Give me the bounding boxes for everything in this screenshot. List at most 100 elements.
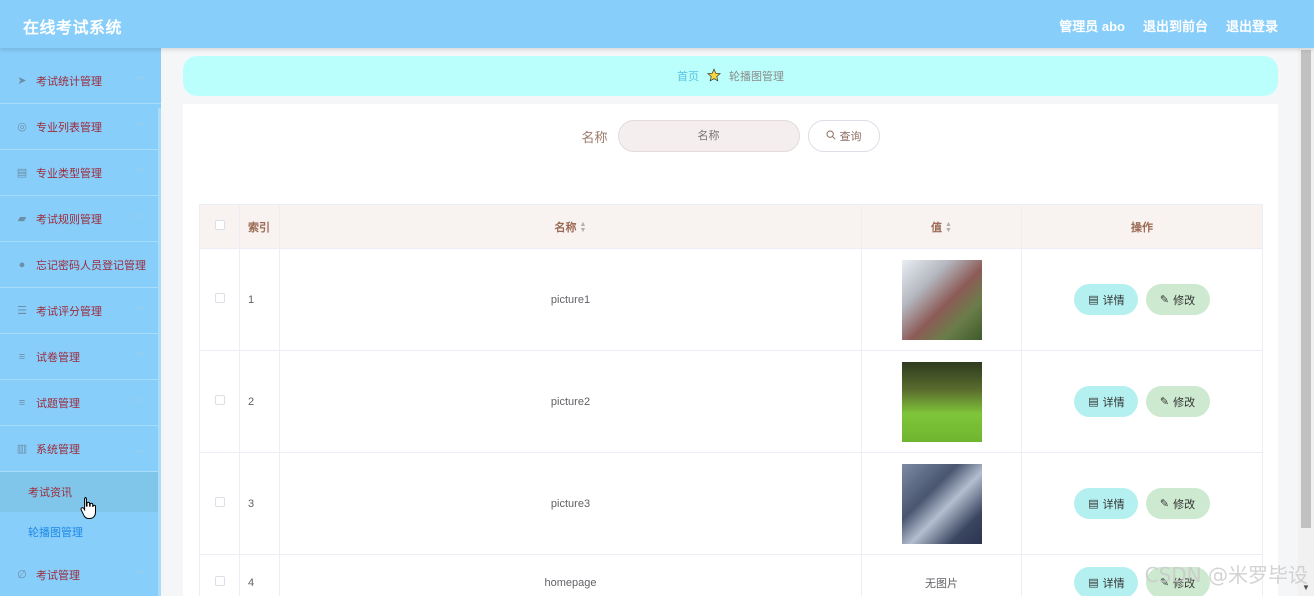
row-checkbox-cell: [199, 350, 240, 453]
header-value[interactable]: 值 ▲ ▼: [861, 204, 1022, 249]
books-icon: ▥: [16, 443, 28, 455]
globe-icon: ◎: [17, 121, 27, 133]
sidebar-item-exam-scoring[interactable]: ☰ 考试评分管理 ﹀: [0, 288, 161, 334]
carousel-image-thumbnail: [901, 259, 982, 340]
table-header-row: 索引 名称 ▲ ▼ 值 ▲ ▼ 操作: [199, 204, 1263, 249]
row-checkbox[interactable]: [214, 293, 225, 303]
header-actions: 操作: [1021, 204, 1263, 249]
edit-icon: ∅: [17, 569, 27, 581]
sidebar-item-exam-manage[interactable]: ∅ 考试管理 ﹀: [0, 552, 161, 596]
detail-button-label: 详情: [1102, 498, 1125, 511]
data-table: 索引 名称 ▲ ▼ 值 ▲ ▼ 操作 1 picture1 ▤ 详情 ✎ 修改 2 pict…: [199, 204, 1263, 596]
watermark: CSDN @米罗毕设: [1144, 563, 1308, 587]
row-checkbox-cell: [199, 554, 240, 596]
edit-button-label: 修改: [1173, 294, 1196, 307]
top-bar: 在线考试系统 管理员 abo 退出到前台 退出登录: [0, 0, 1314, 48]
detail-button-label: 详情: [1102, 294, 1125, 307]
detail-button[interactable]: ▤ 详情: [1074, 488, 1139, 519]
row-checkbox-cell: [199, 452, 240, 555]
table-row: 2 picture2 ▤ 详情 ✎ 修改: [199, 350, 1263, 453]
row-checkbox-cell: [199, 248, 240, 351]
row-value: [861, 452, 1022, 555]
chevron-down-icon: ﹀: [135, 168, 145, 178]
query-button[interactable]: 查询: [807, 120, 880, 152]
send-icon: ➤: [17, 75, 27, 87]
header-value-label: 值: [931, 221, 943, 234]
sidebar-scrollbar[interactable]: [158, 108, 161, 596]
row-index: 4: [239, 554, 280, 596]
sidebar-item-forgot-password[interactable]: ● 忘记密码人员登记管理: [0, 242, 161, 288]
select-all-checkbox[interactable]: [214, 220, 225, 230]
detail-button[interactable]: ▤ 详情: [1074, 386, 1139, 417]
detail-button[interactable]: ▤ 详情: [1074, 567, 1139, 596]
table-row: 1 picture1 ▤ 详情 ✎ 修改: [199, 248, 1263, 351]
sidebar-item-exam-rules[interactable]: ▰ 考试规则管理 ﹀: [0, 196, 161, 242]
header-name[interactable]: 名称 ▲ ▼: [279, 204, 862, 249]
submenu-item-label: 考试资讯: [28, 487, 72, 499]
sidebar-item-questions[interactable]: ≡ 试题管理 ﹀: [0, 380, 161, 426]
sidebar-item-label: 考试管理: [36, 569, 80, 582]
edit-button[interactable]: ✎ 修改: [1145, 488, 1210, 519]
select-all-cell: [199, 204, 240, 249]
breadcrumb: 首页 轮播图管理: [183, 56, 1278, 96]
document-icon: ▤: [1088, 577, 1099, 589]
logout-link[interactable]: 退出登录: [1226, 16, 1278, 35]
sort-icon[interactable]: ▲ ▼: [580, 221, 587, 234]
breadcrumb-home[interactable]: 首页: [677, 68, 699, 84]
row-index: 3: [239, 452, 280, 555]
row-index: 1: [239, 248, 280, 351]
search-label: 名称: [581, 129, 608, 145]
submenu-item-label: 轮播图管理: [28, 527, 83, 539]
document-icon: ▤: [1088, 498, 1099, 510]
folder-icon: ▰: [17, 213, 27, 225]
header-actions: 管理员 abo 退出到前台 退出登录: [1059, 16, 1278, 35]
row-checkbox[interactable]: [214, 576, 225, 586]
sort-icon[interactable]: ▲ ▼: [945, 221, 952, 234]
sidebar-item-label: 考试评分管理: [36, 305, 102, 318]
detail-button-label: 详情: [1102, 396, 1125, 409]
chevron-down-icon: ﹀: [135, 122, 145, 132]
to-front-link[interactable]: 退出到前台: [1143, 16, 1208, 35]
breadcrumb-current: 轮播图管理: [729, 71, 784, 83]
chevron-down-icon: ﹀: [135, 352, 145, 362]
pencil-icon: ✎: [1159, 498, 1170, 510]
main-scrollbar[interactable]: ▼: [1298, 48, 1314, 596]
edit-button-label: 修改: [1173, 396, 1196, 409]
row-checkbox[interactable]: [214, 497, 225, 507]
sidebar-item-label: 试题管理: [36, 397, 80, 410]
search-input[interactable]: [617, 120, 800, 152]
star-icon: [707, 67, 721, 85]
sidebar-item-label: 忘记密码人员登记管理: [36, 259, 146, 272]
chevron-down-icon: ﹀: [135, 398, 145, 408]
row-name: picture2: [279, 350, 862, 453]
sidebar-item-system[interactable]: ▥ 系统管理 ︿: [0, 426, 161, 472]
sidebar-item-exam-stats[interactable]: ➤ 考试统计管理 ﹀: [0, 58, 161, 104]
detail-button-label: 详情: [1102, 577, 1125, 590]
edit-button[interactable]: ✎ 修改: [1145, 386, 1210, 417]
hand-cursor-icon: [80, 497, 96, 519]
row-value: [861, 350, 1022, 453]
sidebar-item-label: 专业类型管理: [36, 167, 102, 180]
row-name: picture1: [279, 248, 862, 351]
sidebar-item-papers[interactable]: ≡ 试卷管理 ﹀: [0, 334, 161, 380]
row-checkbox[interactable]: [214, 395, 225, 405]
row-name: picture3: [279, 452, 862, 555]
edit-button-label: 修改: [1173, 498, 1196, 511]
scrollbar-thumb[interactable]: [1301, 50, 1311, 528]
row-index: 2: [239, 350, 280, 453]
sidebar-item-label: 考试规则管理: [36, 213, 102, 226]
document-icon: ▤: [1088, 294, 1099, 306]
sidebar-item-label: 考试统计管理: [36, 75, 102, 88]
row-actions: ▤ 详情 ✎ 修改: [1021, 248, 1263, 351]
sidebar-item-major-type[interactable]: ▤ 专业类型管理 ﹀: [0, 150, 161, 196]
detail-button[interactable]: ▤ 详情: [1074, 284, 1139, 315]
app-title: 在线考试系统: [23, 20, 123, 37]
sidebar-item-major-list[interactable]: ◎ 专业列表管理 ﹀: [0, 104, 161, 150]
chevron-down-icon: ﹀: [135, 306, 145, 316]
sidebar-item-label: 专业列表管理: [36, 121, 102, 134]
edit-button[interactable]: ✎ 修改: [1145, 284, 1210, 315]
chevron-down-icon: ﹀: [135, 570, 145, 580]
search-bar: 名称 查询: [183, 120, 1278, 152]
content-panel: 名称 查询 索引 名称▲▼ 值▲▼ 操作 1 picture: [183, 104, 1278, 596]
